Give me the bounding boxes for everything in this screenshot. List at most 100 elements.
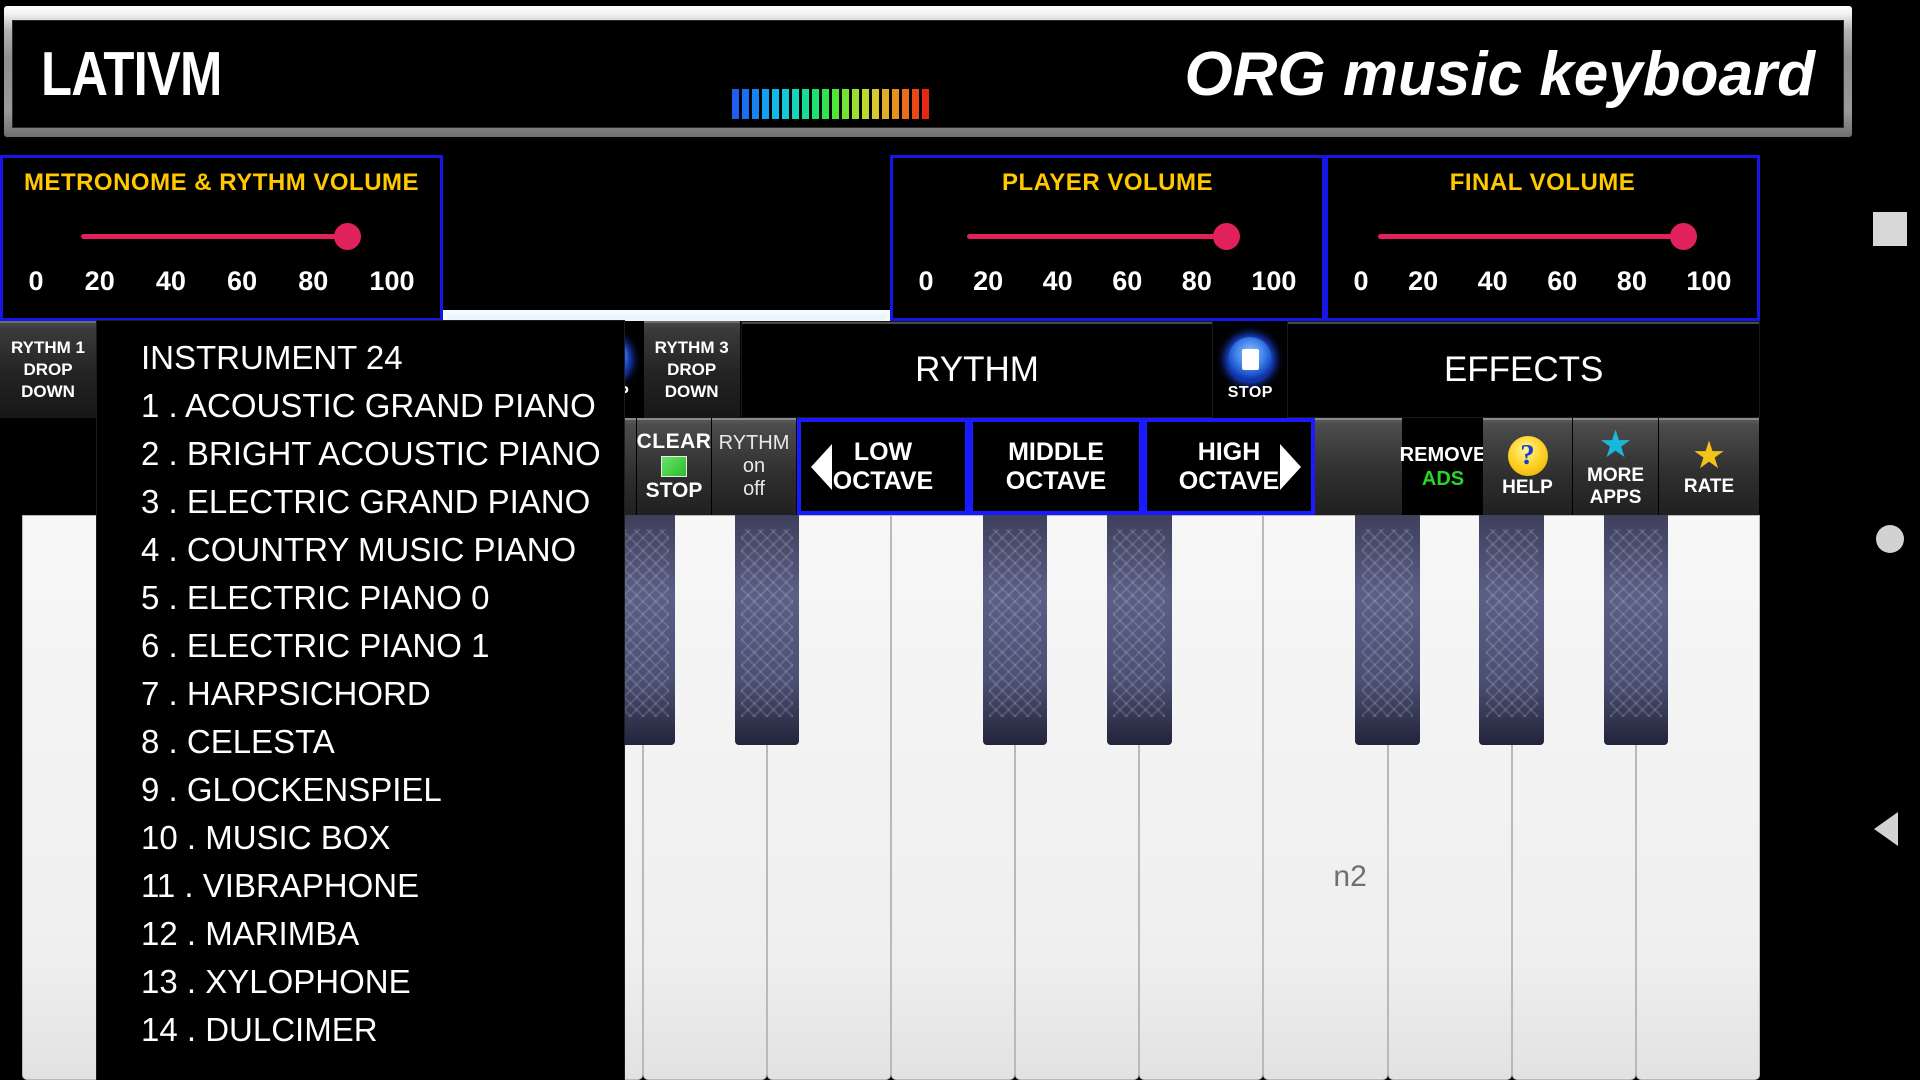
high-octave-button[interactable]: HIGH OCTAVE xyxy=(1143,418,1315,515)
back-button[interactable] xyxy=(1874,812,1898,846)
metronome-volume-panel[interactable]: METRONOME & RYTHM VOLUME 0 20 40 60 80 1… xyxy=(0,155,443,321)
help-button[interactable]: ? HELP xyxy=(1483,418,1573,515)
scale-tick: 20 xyxy=(85,266,115,297)
piano-black-key[interactable] xyxy=(983,515,1048,745)
high-octave-line2: OCTAVE xyxy=(1179,467,1279,496)
brand-logo: LATIVM xyxy=(41,39,222,110)
instrument-option[interactable]: 9 . GLOCKENSPIEL xyxy=(141,771,624,809)
piano-black-key[interactable] xyxy=(1604,515,1669,745)
final-volume-panel[interactable]: FINAL VOLUME 0 20 40 60 80 100 xyxy=(1325,155,1760,321)
instrument-option[interactable]: 12 . MARIMBA xyxy=(141,915,624,953)
instrument-option[interactable]: 5 . ELECTRIC PIANO 0 xyxy=(141,579,624,617)
equalizer-bar xyxy=(862,89,869,119)
instrument-option[interactable]: 11 . VIBRAPHONE xyxy=(141,867,624,905)
scale-tick: 80 xyxy=(1617,266,1647,297)
scale-tick: 60 xyxy=(1547,266,1577,297)
remove-ads-button[interactable]: REMOVE ADS xyxy=(1403,418,1483,515)
instrument-option[interactable]: 2 . BRIGHT ACOUSTIC PIANO xyxy=(141,435,624,473)
rythm1-line3: DOWN xyxy=(21,381,75,403)
app-root: LATIVM ORG music keyboard METRONOME & RY… xyxy=(0,0,1862,1080)
piano-black-key[interactable] xyxy=(735,515,800,745)
middle-octave-label: MIDDLE OCTAVE xyxy=(1006,438,1106,496)
instrument-option[interactable]: 13 . XYLOPHONE xyxy=(141,963,624,1001)
middle-octave-line1: MIDDLE xyxy=(1006,438,1106,467)
stop-square-icon xyxy=(1228,337,1272,381)
page-title: ORG music keyboard xyxy=(1184,39,1815,110)
equalizer-bar xyxy=(812,89,819,119)
slider-thumb[interactable] xyxy=(334,223,361,250)
more-apps-button[interactable]: ★ MORE APPS xyxy=(1573,418,1659,515)
recent-apps-button[interactable] xyxy=(1873,212,1907,246)
low-octave-button[interactable]: LOW OCTAVE xyxy=(797,418,969,515)
piano-black-key[interactable] xyxy=(1479,515,1544,745)
piano-black-key[interactable] xyxy=(1107,515,1172,745)
equalizer-bar xyxy=(832,89,839,119)
help-label: HELP xyxy=(1502,477,1553,498)
scale-tick: 100 xyxy=(1251,266,1296,297)
stop-label: STOP xyxy=(1228,384,1273,402)
rythm-toggle-line2: on xyxy=(743,455,765,478)
equalizer-bar xyxy=(772,89,779,119)
scale-tick: 40 xyxy=(1043,266,1073,297)
scale-tick: 40 xyxy=(156,266,186,297)
scale-tick: 0 xyxy=(1354,266,1369,297)
low-octave-line1: LOW xyxy=(833,438,933,467)
final-volume-scale: 0 20 40 60 80 100 xyxy=(1354,266,1732,297)
instrument-option[interactable]: 8 . CELESTA xyxy=(141,723,624,761)
equalizer-bar xyxy=(782,89,789,119)
rate-button[interactable]: ★ RATE xyxy=(1659,418,1760,515)
rythm1-line1: RYTHM 1 xyxy=(11,337,85,359)
piano-black-key[interactable] xyxy=(1355,515,1420,745)
scale-tick: 100 xyxy=(369,266,414,297)
toolbar-spacer-left xyxy=(0,418,97,515)
more-apps-line2: APPS xyxy=(1590,487,1642,508)
rythm-stop-button[interactable]: STOP xyxy=(1213,321,1287,418)
scale-tick: 20 xyxy=(973,266,1003,297)
scale-tick: 60 xyxy=(227,266,257,297)
low-octave-label: LOW OCTAVE xyxy=(833,438,933,496)
instrument-dropdown[interactable]: INSTRUMENT 24 1 . ACOUSTIC GRAND PIANO2 … xyxy=(97,321,624,1080)
instrument-option[interactable]: 3 . ELECTRIC GRAND PIANO xyxy=(141,483,624,521)
instrument-option[interactable]: 6 . ELECTRIC PIANO 1 xyxy=(141,627,624,665)
high-octave-line1: HIGH xyxy=(1179,438,1279,467)
effects-button[interactable]: EFFECTS xyxy=(1287,321,1760,418)
clear-label: CLEAR xyxy=(637,430,712,454)
scale-tick: 80 xyxy=(1182,266,1212,297)
instrument-option[interactable]: 7 . HARPSICHORD xyxy=(141,675,624,713)
equalizer-bar xyxy=(852,89,859,119)
rythm3-dropdown-button[interactable]: RYTHM 3 DROP DOWN xyxy=(644,321,741,418)
home-button[interactable] xyxy=(1876,525,1904,553)
equalizer-graphic xyxy=(732,85,929,119)
instrument-dropdown-list[interactable]: 1 . ACOUSTIC GRAND PIANO 2 . BRIGHT ACOUS… xyxy=(97,387,624,1049)
final-volume-slider[interactable] xyxy=(1378,223,1708,249)
slider-track xyxy=(967,234,1227,239)
scale-tick: 0 xyxy=(919,266,934,297)
star-icon: ★ xyxy=(1692,437,1726,475)
instrument-option[interactable]: 10 . MUSIC BOX xyxy=(141,819,624,857)
scale-tick: 80 xyxy=(298,266,328,297)
scale-tick: 100 xyxy=(1686,266,1731,297)
rate-label: RATE xyxy=(1684,476,1734,497)
rythm1-dropdown-button[interactable]: RYTHM 1 DROP DOWN xyxy=(0,321,97,418)
player-volume-slider[interactable] xyxy=(943,223,1273,249)
rythm-button[interactable]: RYTHM xyxy=(741,321,1214,418)
slider-thumb[interactable] xyxy=(1670,223,1697,250)
rythm3-line1: RYTHM 3 xyxy=(655,337,729,359)
metronome-volume-slider[interactable] xyxy=(57,223,387,249)
instrument-option[interactable]: 14 . DULCIMER xyxy=(141,1011,624,1049)
player-volume-panel[interactable]: PLAYER VOLUME 0 20 40 60 80 100 xyxy=(890,155,1325,321)
rythm-on-off-toggle[interactable]: RYTHM on off xyxy=(712,418,797,515)
clear-stop-button[interactable]: CLEAR STOP xyxy=(637,418,712,515)
equalizer-bar xyxy=(732,89,739,119)
slider-thumb[interactable] xyxy=(1213,223,1240,250)
instrument-option[interactable]: 1 . ACOUSTIC GRAND PIANO xyxy=(141,387,624,425)
middle-octave-line2: OCTAVE xyxy=(1006,467,1106,496)
rythm1-line2: DROP xyxy=(23,359,72,381)
rythm-toggle-line1: RYTHM xyxy=(719,432,790,455)
instrument-option[interactable]: 4 . COUNTRY MUSIC PIANO xyxy=(141,531,624,569)
chevron-right-icon xyxy=(1280,444,1301,490)
star-icon: ★ xyxy=(1598,426,1632,464)
header-inner: LATIVM ORG music keyboard xyxy=(12,20,1844,128)
middle-octave-button[interactable]: MIDDLE OCTAVE xyxy=(969,418,1143,515)
high-octave-label: HIGH OCTAVE xyxy=(1179,438,1279,496)
